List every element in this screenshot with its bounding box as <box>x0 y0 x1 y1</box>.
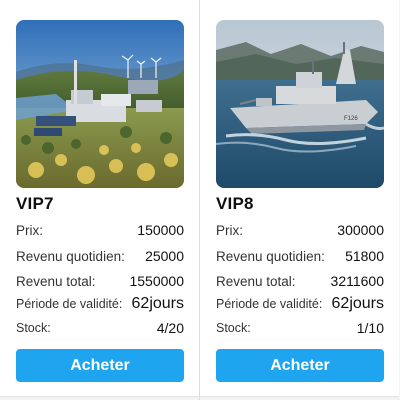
stock-value: 1/10 <box>356 320 384 336</box>
total-income-row: Revenu total: 1550000 <box>16 270 184 292</box>
validity-label: Période de validité: <box>216 297 323 311</box>
warship-image[interactable]: F126 <box>216 20 384 188</box>
daily-income-label: Revenu quotidien: <box>16 248 125 264</box>
price-value: 300000 <box>337 222 384 238</box>
stock-row: Stock: 4/20 <box>16 317 184 339</box>
validity-label: Période de validité: <box>16 297 123 311</box>
industrial-plant-image[interactable] <box>16 20 184 188</box>
total-income-value: 1550000 <box>129 273 184 289</box>
stock-row: Stock: 1/10 <box>216 317 384 339</box>
total-income-row: Revenu total: 3211600 <box>216 270 384 292</box>
price-label: Prix: <box>216 222 243 238</box>
validity-value: 62jours <box>331 295 384 312</box>
daily-income-value: 51800 <box>345 248 384 264</box>
validity-row: Période de validité: 62jours <box>216 293 384 315</box>
price-row: Prix: 300000 <box>216 219 384 241</box>
daily-income-value: 25000 <box>145 248 184 264</box>
svg-text:F126: F126 <box>344 116 358 122</box>
validity-value: 62jours <box>131 295 184 312</box>
product-card-vip7: VIP7 Prix: 150000 Revenu quotidien: 2500… <box>0 0 199 397</box>
product-title: VIP7 <box>16 194 54 213</box>
buy-button[interactable]: Acheter <box>216 349 384 382</box>
price-row: Prix: 150000 <box>16 219 184 241</box>
validity-row: Période de validité: 62jours <box>16 293 184 315</box>
daily-income-row: Revenu quotidien: 51800 <box>216 245 384 267</box>
daily-income-row: Revenu quotidien: 25000 <box>16 245 184 267</box>
price-value: 150000 <box>137 222 184 238</box>
product-title: VIP8 <box>216 194 254 213</box>
product-card-vip8: F126 VIP8 Prix: 300000 Revenu quotidien:… <box>200 0 399 397</box>
stock-label: Stock: <box>16 321 51 335</box>
daily-income-label: Revenu quotidien: <box>216 248 325 264</box>
total-income-value: 3211600 <box>330 273 384 289</box>
buy-button[interactable]: Acheter <box>16 349 184 382</box>
product-grid: VIP7 Prix: 150000 Revenu quotidien: 2500… <box>0 0 400 400</box>
stock-label: Stock: <box>216 321 251 335</box>
total-income-label: Revenu total: <box>16 273 96 289</box>
total-income-label: Revenu total: <box>216 273 296 289</box>
stock-value: 4/20 <box>156 320 184 336</box>
price-label: Prix: <box>16 222 43 238</box>
